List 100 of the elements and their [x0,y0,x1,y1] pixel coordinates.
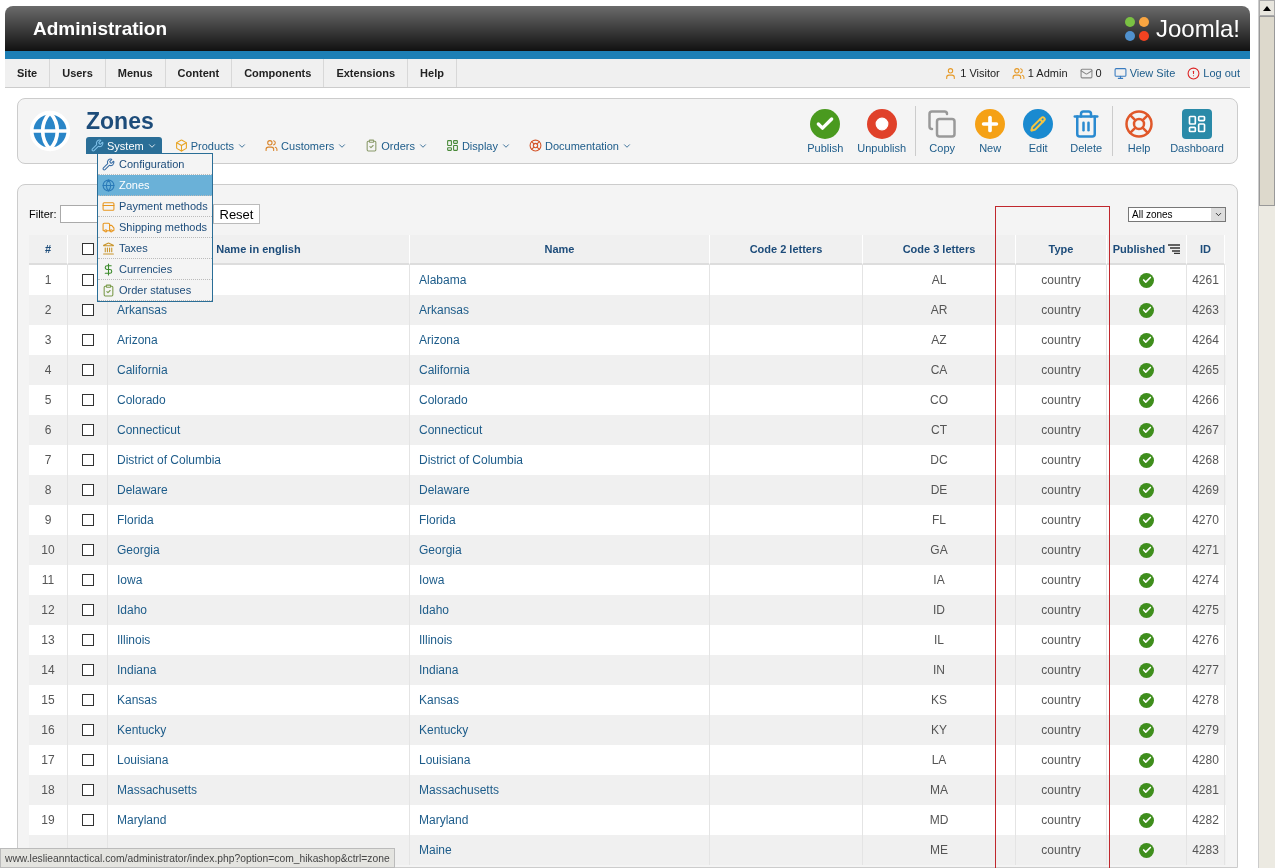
row-checkbox[interactable] [81,334,94,346]
row-checkbox[interactable] [81,724,94,736]
name-link[interactable]: Idaho [419,603,450,617]
name-link[interactable]: Maryland [419,813,469,827]
published-icon[interactable] [1139,332,1154,348]
select-all-checkbox[interactable] [81,243,94,255]
dropdown-item[interactable]: Shipping methods [98,217,212,238]
name-link[interactable]: Colorado [419,393,468,407]
dashboard-button[interactable]: Dashboard [1163,108,1231,154]
name-link[interactable]: Arkansas [117,303,168,317]
published-icon[interactable] [1139,692,1154,708]
published-icon[interactable] [1139,842,1154,858]
row-checkbox[interactable] [81,634,94,646]
help-button[interactable]: Help [1115,108,1164,154]
menu-item[interactable]: Site [5,59,51,87]
zone-select[interactable]: All zones [1128,206,1226,222]
column-header[interactable]: Type [1016,235,1107,265]
menu-item[interactable]: Users [50,59,106,87]
published-icon[interactable] [1139,632,1154,648]
row-checkbox[interactable] [81,364,94,376]
name-link[interactable]: Delaware [419,483,470,497]
dropdown-item[interactable]: Taxes [98,238,212,259]
row-checkbox[interactable] [81,574,94,586]
submenu-item[interactable]: Products [169,137,253,154]
name-link[interactable]: Indiana [117,663,157,677]
submenu-item[interactable]: Orders [360,137,433,154]
name-link[interactable]: Colorado [117,393,166,407]
copy-button[interactable]: Copy [918,108,967,154]
name-link[interactable]: California [419,363,470,377]
menu-item[interactable]: Menus [105,59,166,87]
column-header[interactable]: # [29,235,68,265]
published-icon[interactable] [1139,422,1154,438]
row-checkbox[interactable] [81,784,94,796]
name-link[interactable]: Idaho [117,603,148,617]
name-link[interactable]: Iowa [117,573,143,587]
row-checkbox[interactable] [81,394,94,406]
name-link[interactable]: Louisiana [117,753,169,767]
published-icon[interactable] [1139,722,1154,738]
row-checkbox[interactable] [81,814,94,826]
row-checkbox[interactable] [81,424,94,436]
delete-button[interactable]: Delete [1062,108,1111,154]
published-icon[interactable] [1139,782,1154,798]
menu-item[interactable]: Components [232,59,325,87]
row-checkbox[interactable] [81,454,94,466]
visitor-link[interactable]: 1 Visitor [944,66,1000,80]
row-checkbox[interactable] [81,484,94,496]
name-link[interactable]: Illinois [117,633,151,647]
row-checkbox[interactable] [81,694,94,706]
name-link[interactable]: Louisiana [419,753,471,767]
menu-item[interactable]: Help [408,59,457,87]
name-link[interactable]: Georgia [117,543,160,557]
name-link[interactable]: Arizona [419,333,460,347]
view-link[interactable]: View Site [1113,66,1176,80]
published-icon[interactable] [1139,452,1154,468]
submenu-item[interactable]: Display [440,137,516,154]
menu-item[interactable]: Content [165,59,233,87]
publish-button[interactable]: Publish [800,108,851,154]
published-icon[interactable] [1139,392,1154,408]
submenu-item[interactable]: Documentation [524,137,637,154]
name-link[interactable]: Kansas [419,693,460,707]
dropdown-item[interactable]: Payment methods [98,196,212,217]
edit-button[interactable]: Edit [1014,108,1063,154]
dropdown-item[interactable]: Order statuses [98,280,212,301]
published-icon[interactable] [1139,482,1154,498]
name-link[interactable]: Massachusetts [117,783,198,797]
name-link[interactable]: Massachusetts [419,783,500,797]
submenu-item[interactable]: System [86,137,162,154]
row-checkbox[interactable] [81,604,94,616]
name-link[interactable]: Alabama [419,273,467,287]
name-link[interactable]: Iowa [419,573,445,587]
name-link[interactable]: Delaware [117,483,168,497]
row-checkbox[interactable] [81,274,94,286]
name-link[interactable]: Illinois [419,633,453,647]
name-link[interactable]: Kansas [117,693,158,707]
dropdown-item[interactable]: Currencies [98,259,212,280]
name-link[interactable]: California [117,363,168,377]
name-link[interactable]: Maryland [117,813,167,827]
name-link[interactable]: District of Columbia [419,453,524,467]
logout-link[interactable]: Log out [1187,66,1240,80]
name-link[interactable]: Kentucky [419,723,469,737]
name-link[interactable]: District of Columbia [117,453,222,467]
name-link[interactable]: Kentucky [117,723,167,737]
name-link[interactable]: Indiana [419,663,459,677]
published-icon[interactable] [1139,662,1154,678]
column-header[interactable]: Code 2 letters [710,235,863,265]
published-icon[interactable] [1139,512,1154,528]
menu-item[interactable]: Extensions [324,59,409,87]
name-link[interactable]: Georgia [419,543,462,557]
published-icon[interactable] [1139,302,1154,318]
published-icon[interactable] [1139,752,1154,768]
name-link[interactable]: Connecticut [117,423,181,437]
published-icon[interactable] [1139,542,1154,558]
name-link[interactable]: Connecticut [419,423,483,437]
name-link[interactable]: Florida [419,513,456,527]
name-link[interactable]: Maine [419,843,452,857]
row-checkbox[interactable] [81,544,94,556]
row-checkbox[interactable] [81,304,94,316]
published-icon[interactable] [1139,572,1154,588]
new-button[interactable]: New [966,108,1015,154]
scrollbar-thumb[interactable] [1259,16,1275,206]
